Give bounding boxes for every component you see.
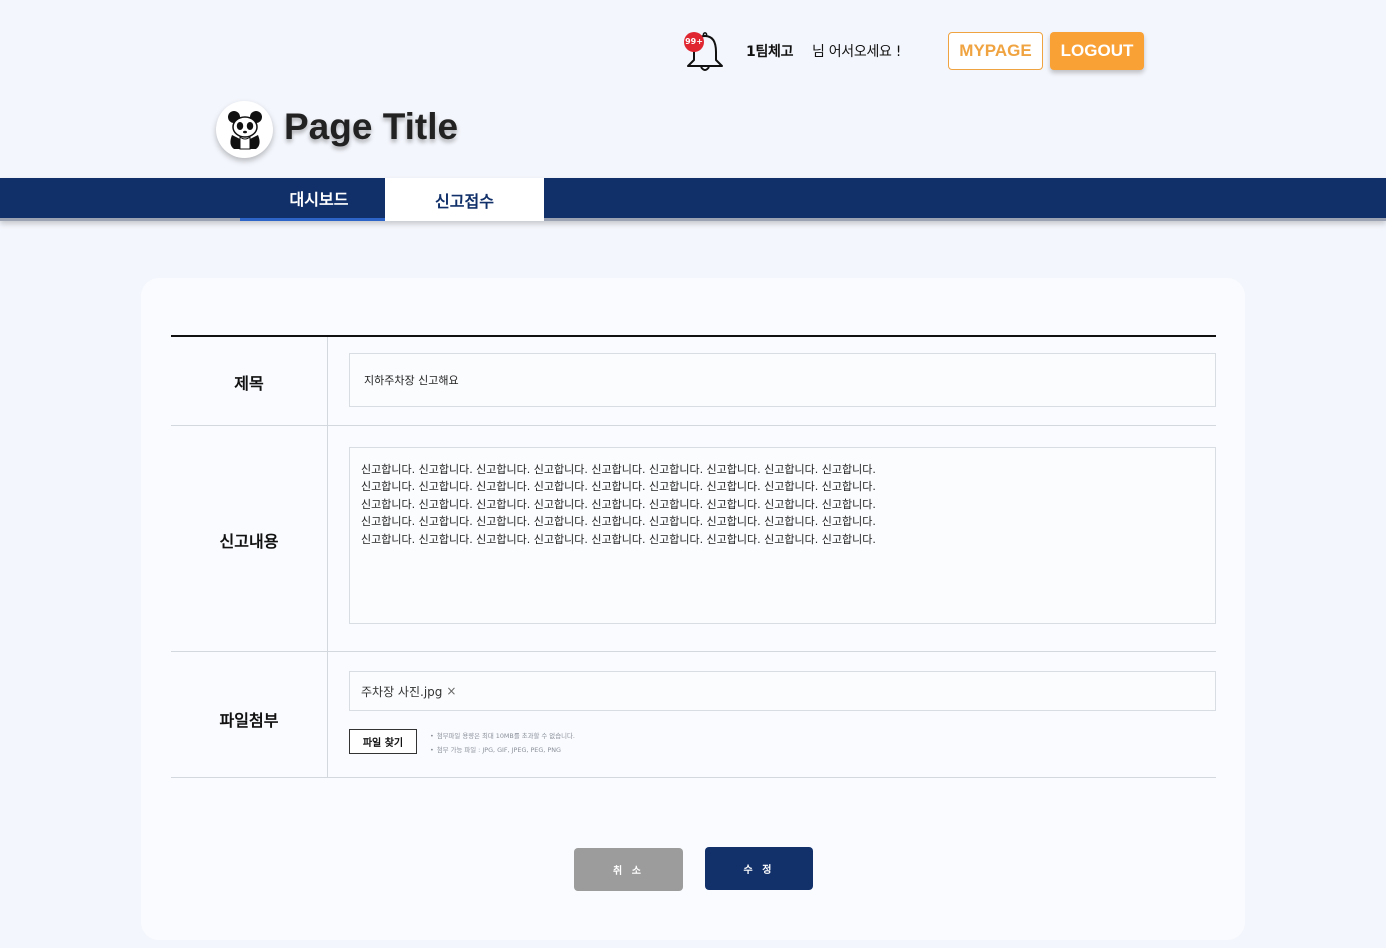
title-input[interactable]: 지하주차장 신고해요 bbox=[349, 353, 1216, 407]
content-label: 신고내용 bbox=[219, 532, 279, 551]
submit-button[interactable]: 수 정 bbox=[705, 847, 813, 890]
remove-file-icon[interactable]: × bbox=[446, 684, 456, 698]
title-label: 제목 bbox=[234, 374, 264, 393]
panda-logo-icon[interactable] bbox=[216, 101, 273, 158]
file-label: 파일첨부 bbox=[219, 711, 279, 730]
file-note: • 첨부파일 용량은 최대 10MB를 초과할 수 없습니다. bbox=[430, 732, 575, 740]
logout-button[interactable]: LOGOUT bbox=[1050, 32, 1144, 70]
cancel-button[interactable]: 취 소 bbox=[574, 848, 683, 891]
content-textarea[interactable]: 신고합니다. 신고합니다. 신고합니다. 신고합니다. 신고합니다. 신고합니다… bbox=[349, 447, 1216, 624]
label-column-divider bbox=[327, 337, 328, 778]
page: 99+ 1팀체고 님 어서오세요 ! MYPAGE LOGOUT Page Ti… bbox=[0, 0, 1386, 948]
attached-file-field: 주차장 사진.jpg × bbox=[349, 671, 1216, 711]
notification-badge: 99+ bbox=[684, 32, 704, 52]
tab-report[interactable]: 신고접수 bbox=[385, 178, 544, 221]
nav-bar bbox=[0, 178, 1386, 221]
page-title: Page Title bbox=[284, 106, 459, 147]
notification-bell-button[interactable]: 99+ bbox=[683, 30, 727, 72]
file-notes: • 첨부파일 용량은 최대 10MB를 초과할 수 없습니다. • 첨부 가능 파일… bbox=[430, 729, 575, 757]
row-divider bbox=[171, 651, 1216, 652]
panda-icon bbox=[227, 110, 262, 149]
user-name: 1팀체고 bbox=[746, 44, 794, 60]
greeting-text: 님 어서오세요 ! bbox=[812, 44, 902, 60]
file-note: • 첨부 가능 파일 : JPG, GIF, JPEG, PEG, PNG bbox=[430, 746, 561, 754]
attached-file-name: 주차장 사진.jpg bbox=[361, 684, 443, 699]
browse-file-button[interactable]: 파일 찾기 bbox=[349, 729, 417, 754]
tab-dashboard[interactable]: 대시보드 bbox=[240, 178, 398, 221]
mypage-button[interactable]: MYPAGE bbox=[948, 32, 1043, 70]
row-divider bbox=[171, 777, 1216, 778]
row-divider bbox=[171, 425, 1216, 426]
